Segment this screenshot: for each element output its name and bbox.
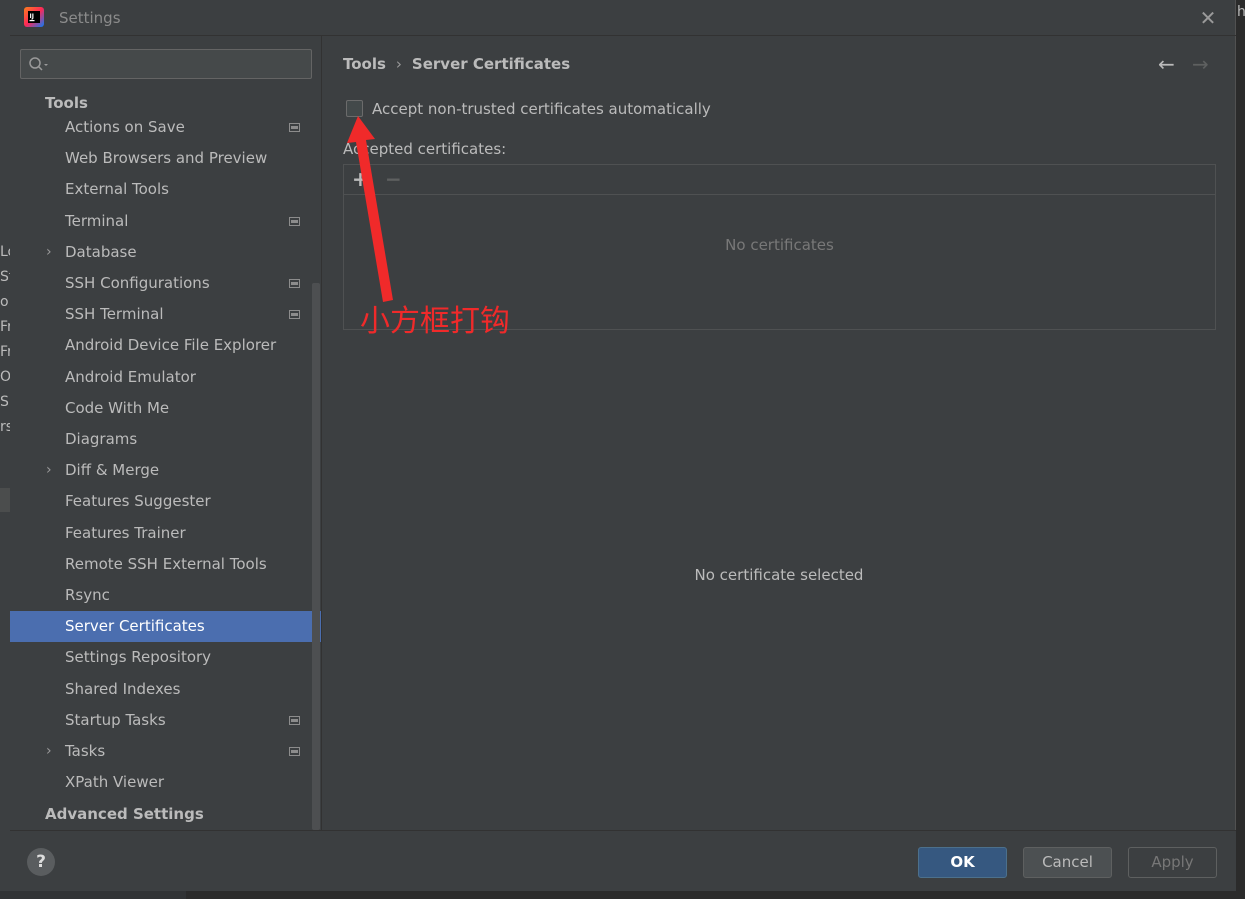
- sidebar-item-label: XPath Viewer: [65, 773, 164, 792]
- close-icon[interactable]: ✕: [1198, 8, 1218, 28]
- sidebar-item-features-trainer[interactable]: Features Trainer: [10, 518, 321, 549]
- sidebar-item-diagrams[interactable]: Diagrams: [10, 424, 321, 455]
- sidebar-item-label: Rsync: [65, 586, 110, 604]
- help-button[interactable]: ?: [27, 848, 55, 876]
- window-title: Settings: [59, 9, 121, 27]
- sidebar-item-web-browsers-and-preview[interactable]: Web Browsers and Preview: [10, 143, 321, 174]
- sidebar-item-terminal[interactable]: Terminal: [10, 206, 321, 237]
- sidebar-item-ssh-terminal[interactable]: SSH Terminal: [10, 299, 321, 330]
- settings-dialog: IJ Settings ✕ Tools Advanced Settings Ac…: [10, 0, 1236, 891]
- background-ide-letter: Fr: [0, 319, 10, 335]
- sidebar-item-label: Diff & Merge: [65, 461, 160, 480]
- background-ide-right-text: h: [1237, 4, 1245, 20]
- dialog-footer: ? OK Cancel Apply: [10, 830, 1236, 891]
- background-ide-letter: Fr: [0, 344, 10, 360]
- settings-search-input[interactable]: [20, 49, 312, 79]
- ok-button[interactable]: OK: [918, 847, 1007, 878]
- back-arrow-icon[interactable]: ←: [1158, 52, 1175, 76]
- sidebar-item-xpath-viewer[interactable]: XPath Viewer: [10, 767, 321, 798]
- background-ide-letter: rs: [0, 419, 10, 435]
- sidebar-item-android-device-file-explorer[interactable]: Android Device File Explorer: [10, 330, 321, 361]
- empty-list-text: No certificates: [725, 236, 834, 254]
- sidebar-item-remote-ssh-external-tools[interactable]: Remote SSH External Tools: [10, 549, 321, 580]
- chevron-right-icon[interactable]: ›: [46, 455, 52, 486]
- sidebar-item-startup-tasks[interactable]: Startup Tasks: [10, 705, 321, 736]
- breadcrumb-separator: ›: [395, 55, 402, 73]
- sidebar-item-rsync[interactable]: Rsync: [10, 580, 321, 611]
- chevron-right-icon[interactable]: ›: [46, 237, 52, 268]
- sidebar-item-label: Features Trainer: [65, 523, 186, 542]
- sidebar-item-actions-on-save[interactable]: Actions on Save: [10, 112, 321, 143]
- sidebar-item-android-emulator[interactable]: Android Emulator: [10, 362, 321, 393]
- sidebar-scrollbar[interactable]: [312, 283, 320, 830]
- breadcrumb: Tools › Server Certificates: [343, 55, 570, 73]
- accept-untrusted-label[interactable]: Accept non-trusted certificates automati…: [372, 100, 711, 118]
- sidebar-item-database[interactable]: › Database: [10, 237, 321, 268]
- sidebar-item-ssh-configurations[interactable]: SSH Configurations: [10, 268, 321, 299]
- search-icon: [29, 57, 48, 71]
- sidebar-item-server-certificates[interactable]: Server Certificates: [10, 611, 321, 643]
- sidebar-item-label: Startup Tasks: [65, 710, 166, 729]
- sidebar-item-label: Diagrams: [65, 430, 138, 448]
- sidebar-section-advanced-settings[interactable]: Advanced Settings: [45, 805, 204, 823]
- sidebar-item-label: Shared Indexes: [65, 679, 181, 698]
- add-icon[interactable]: +: [352, 167, 369, 191]
- project-level-icon: [289, 310, 300, 320]
- sidebar-item-label: External Tools: [65, 180, 169, 199]
- sidebar-item-label: Server Certificates: [65, 617, 205, 636]
- sidebar-item-code-with-me[interactable]: Code With Me: [10, 393, 321, 424]
- sidebar-item-label: SSH Configurations: [65, 274, 210, 292]
- accepted-certificates-label: Accepted certificates:: [343, 140, 507, 158]
- settings-sidebar: Tools Advanced Settings Actions on Save W…: [10, 88, 321, 830]
- sidebar-item-diff-merge[interactable]: › Diff & Merge: [10, 455, 321, 486]
- sidebar-item-label: SSH Terminal: [65, 305, 164, 324]
- sidebar-item-label: Code With Me: [65, 398, 170, 417]
- project-level-icon: [289, 216, 300, 226]
- sidebar-item-shared-indexes[interactable]: Shared Indexes: [10, 674, 321, 705]
- background-ide-text: Lo St o Fr Fr O Sp rs: [0, 240, 10, 440]
- background-ide-letter: St: [0, 269, 10, 285]
- sidebar-item-label: Settings Repository: [65, 648, 212, 667]
- sidebar-item-external-tools[interactable]: External Tools: [10, 174, 321, 205]
- apply-button: Apply: [1128, 847, 1217, 878]
- background-ide-letter: O: [0, 369, 10, 385]
- project-level-icon: [289, 123, 300, 132]
- sidebar-item-label: Terminal: [65, 211, 129, 230]
- breadcrumb-current: Server Certificates: [411, 55, 571, 73]
- sidebar-item-label: Database: [65, 242, 137, 261]
- sidebar-item-label: Tasks: [65, 742, 106, 760]
- sidebar-section-tools[interactable]: Tools: [45, 94, 88, 112]
- annotation-label: 小方框打钩: [360, 304, 510, 339]
- background-ide-strip: [0, 0, 10, 899]
- background-ide-highlight: [0, 488, 10, 512]
- sidebar-item-label: Remote SSH External Tools: [65, 554, 267, 573]
- sidebar-item-label: Actions on Save: [65, 118, 185, 136]
- sidebar-item-label: Features Suggester: [65, 492, 211, 511]
- project-level-icon: [289, 747, 300, 756]
- content-panel: Tools › Server Certificates ← → Accept non…: [322, 36, 1236, 830]
- sidebar-item-features-suggester[interactable]: Features Suggester: [10, 486, 321, 517]
- project-level-icon: [289, 279, 300, 288]
- remove-icon: −: [385, 167, 402, 191]
- sidebar-item-settings-repository[interactable]: Settings Repository: [10, 642, 321, 673]
- background-ide-bottom: [0, 891, 1245, 899]
- chevron-right-icon[interactable]: ›: [46, 736, 52, 767]
- no-selection-text: No certificate selected: [694, 566, 864, 584]
- background-ide-letter: Sp: [0, 394, 10, 410]
- project-level-icon: [289, 715, 300, 725]
- sidebar-item-label: Android Device File Explorer: [65, 336, 277, 355]
- title-bar: IJ Settings ✕: [10, 0, 1236, 36]
- certificates-toolbar: + −: [344, 165, 1215, 195]
- breadcrumb-parent[interactable]: Tools: [343, 55, 386, 73]
- accept-untrusted-checkbox[interactable]: [346, 100, 363, 117]
- sidebar-item-label: Web Browsers and Preview: [65, 149, 268, 168]
- intellij-app-icon: IJ: [24, 7, 44, 27]
- cancel-button[interactable]: Cancel: [1023, 847, 1112, 878]
- background-ide-letter: Lo: [0, 244, 10, 260]
- background-ide-letter: o: [0, 294, 9, 310]
- svg-text:IJ: IJ: [30, 13, 34, 20]
- sidebar-item-tasks[interactable]: › Tasks: [10, 736, 321, 767]
- forward-arrow-icon: →: [1192, 52, 1209, 76]
- sidebar-item-label: Android Emulator: [65, 367, 196, 386]
